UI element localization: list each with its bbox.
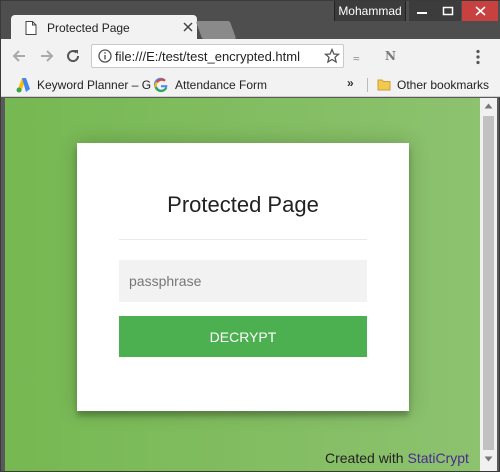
bookmarks-overflow-button[interactable]: » — [347, 76, 354, 90]
staticrypt-link[interactable]: StatiCrypt — [407, 450, 468, 466]
page-title: Protected Page — [167, 192, 319, 217]
bookmark-label: Keyword Planner – G — [37, 78, 152, 92]
scroll-down-icon[interactable] — [484, 456, 493, 462]
extension-dash-icon[interactable]: ≂ — [353, 52, 360, 65]
minimize-button[interactable] — [409, 1, 435, 21]
browser-window: Mohammad Protected Page file:///E:/test/… — [0, 0, 500, 472]
tab-close-icon[interactable] — [183, 22, 193, 32]
star-icon[interactable] — [324, 48, 340, 64]
maximize-icon — [442, 6, 454, 16]
bookmark-label: Other bookmarks — [397, 77, 490, 92]
decrypt-button[interactable]: DECRYPT — [119, 316, 367, 357]
page-viewport: Protected Page DECRYPT Created with Stat… — [5, 98, 480, 471]
page-icon — [25, 21, 37, 35]
divider — [119, 239, 367, 240]
other-bookmarks-folder[interactable]: Other bookmarks — [377, 77, 489, 92]
new-tab-button[interactable] — [195, 21, 237, 39]
close-window-button[interactable] — [462, 1, 498, 21]
address-bar[interactable]: file:///E:/test/test_encrypted.html — [91, 44, 344, 68]
bookmark-attendance-form[interactable]: Attendance Form — [153, 77, 267, 93]
back-icon[interactable] — [11, 48, 27, 64]
scroll-up-icon[interactable] — [484, 103, 493, 109]
bookmark-keyword-planner[interactable]: Keyword Planner – G — [15, 77, 151, 93]
maximize-button[interactable] — [435, 1, 461, 21]
title-bar: Mohammad Protected Page — [1, 1, 500, 41]
minimize-icon — [417, 12, 427, 14]
reload-icon[interactable] — [65, 48, 81, 64]
footer-text: Created with — [325, 450, 404, 466]
toolbar: file:///E:/test/test_encrypted.html ≂ N — [1, 39, 500, 73]
bookmark-label: Attendance Form — [175, 78, 268, 92]
extension-n-icon[interactable]: N — [385, 49, 396, 63]
folder-icon — [377, 79, 391, 91]
tab-title: Protected Page — [47, 21, 130, 35]
bookmarks-separator — [367, 78, 368, 92]
forward-icon[interactable] — [39, 48, 55, 64]
profile-button[interactable]: Mohammad — [334, 1, 406, 21]
bookmarks-bar: Keyword Planner – G Attendance Form » Ot… — [1, 73, 500, 97]
footer-credit: Created with StatiCrypt — [325, 450, 469, 466]
info-icon[interactable] — [98, 49, 112, 63]
close-icon — [475, 6, 486, 16]
tab-protected-page[interactable]: Protected Page — [11, 15, 197, 41]
google-ads-icon — [16, 78, 30, 93]
vertical-scrollbar[interactable] — [480, 98, 497, 471]
scrollbar-thumb[interactable] — [483, 116, 494, 450]
url-text: file:///E:/test/test_encrypted.html — [115, 49, 300, 64]
passphrase-input[interactable] — [119, 260, 367, 302]
login-card: Protected Page DECRYPT — [77, 143, 409, 411]
menu-icon[interactable] — [475, 49, 481, 65]
google-g-icon — [153, 77, 168, 93]
